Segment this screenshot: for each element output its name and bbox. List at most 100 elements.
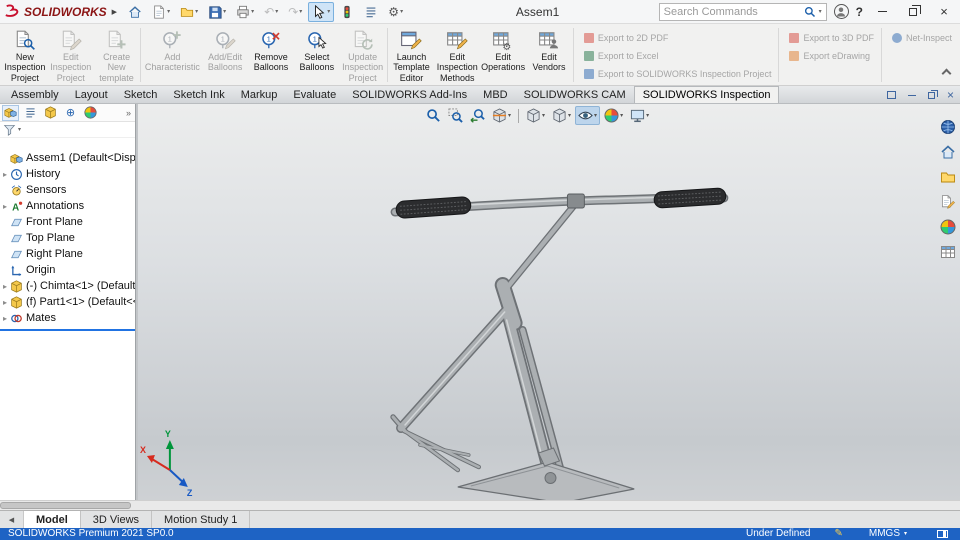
- tree-item-front-plane[interactable]: Front Plane: [0, 214, 135, 230]
- tree-item-history[interactable]: ▸History: [0, 166, 135, 182]
- tab-3d-views[interactable]: 3D Views: [81, 511, 152, 528]
- dropdown-caret-icon[interactable]: ▾: [167, 8, 170, 15]
- save-button[interactable]: ▾: [204, 2, 230, 22]
- dropdown-caret-icon[interactable]: ▾: [275, 8, 278, 15]
- edit-operations-button[interactable]: ⚙ Edit Operations: [480, 26, 526, 73]
- scrollbar-thumb[interactable]: [0, 502, 131, 509]
- export-to-sw-inspection-project-button[interactable]: Export to SOLIDWORKS Inspection Project: [584, 69, 772, 79]
- units-dropdown-icon[interactable]: ▾: [904, 528, 907, 540]
- dropdown-caret-icon[interactable]: ▾: [327, 8, 330, 15]
- tree-item-sensors[interactable]: Sensors: [0, 182, 135, 198]
- displaymanager-tab[interactable]: [82, 105, 99, 121]
- tree-item-right-plane[interactable]: Right Plane: [0, 246, 135, 262]
- export-edrawing-button[interactable]: Export eDrawing: [789, 51, 874, 61]
- expand-arrow-icon[interactable]: ▸: [0, 314, 10, 323]
- select-balloons-button[interactable]: Select Balloons: [294, 26, 340, 73]
- featuremanager-tab[interactable]: [2, 105, 19, 121]
- close-button[interactable]: ×: [932, 2, 956, 22]
- edit-inspection-methods-button[interactable]: Edit Inspection Methods: [434, 26, 480, 83]
- propertymanager-tab[interactable]: [22, 105, 39, 121]
- tab-solidworks-cam[interactable]: SOLIDWORKS CAM: [516, 87, 634, 103]
- update-inspection-project-button[interactable]: Update Inspection Project: [340, 26, 386, 83]
- doc-restore-icon[interactable]: [928, 92, 935, 99]
- panel-tabs-overflow-icon[interactable]: »: [126, 108, 133, 118]
- add-edit-balloons-button[interactable]: Add/Edit Balloons: [202, 26, 248, 73]
- tab-model[interactable]: Model: [24, 511, 81, 528]
- section-view-button[interactable]: ▾: [489, 106, 514, 125]
- expand-arrow-icon[interactable]: ▸: [0, 170, 10, 179]
- open-button[interactable]: ▾: [176, 2, 202, 22]
- dropdown-caret-icon[interactable]: ▾: [223, 8, 226, 15]
- doc-close-icon[interactable]: ×: [947, 89, 954, 101]
- horizontal-scrollbar[interactable]: [0, 500, 960, 510]
- tree-item-top-plane[interactable]: Top Plane: [0, 230, 135, 246]
- home-button[interactable]: [124, 2, 146, 22]
- export-to-3d-pdf-button[interactable]: Export to 3D PDF: [789, 33, 874, 43]
- select-tool-button[interactable]: ▾: [308, 2, 334, 22]
- hide-show-items-button[interactable]: ▾: [575, 106, 600, 125]
- solidworks-resources-tab[interactable]: [938, 118, 958, 136]
- statusbar-panel-icon[interactable]: [937, 530, 948, 538]
- ribbon-collapse-icon[interactable]: [942, 69, 952, 79]
- expand-arrow-icon[interactable]: ▸: [0, 282, 10, 291]
- redo-button[interactable]: ↷▾: [284, 2, 306, 22]
- tab-layout[interactable]: Layout: [67, 87, 116, 103]
- edit-vendors-button[interactable]: Edit Vendors: [526, 26, 572, 73]
- net-inspect-button[interactable]: Net-Inspect: [892, 33, 952, 43]
- tree-item-annotations[interactable]: ▸Annotations: [0, 198, 135, 214]
- custom-properties-tab[interactable]: [938, 243, 958, 261]
- rollback-bar[interactable]: [0, 329, 135, 331]
- dropdown-caret-icon[interactable]: ▾: [508, 112, 511, 119]
- new-inspection-project-button[interactable]: New Inspection Project: [2, 26, 48, 83]
- dropdown-caret-icon[interactable]: ▾: [594, 112, 597, 119]
- toolbar-flyout-icon[interactable]: ▶: [112, 8, 117, 16]
- launch-template-editor-button[interactable]: Launch Template Editor: [389, 26, 435, 83]
- display-style-button[interactable]: ▾: [549, 106, 574, 125]
- minimize-button[interactable]: [870, 2, 894, 22]
- print-button[interactable]: ▾: [232, 2, 258, 22]
- restore-button[interactable]: [901, 2, 925, 22]
- dropdown-caret-icon[interactable]: ▾: [646, 112, 649, 119]
- configurationmanager-tab[interactable]: [42, 105, 59, 121]
- view-settings-button[interactable]: ▾: [627, 106, 652, 125]
- zoom-to-fit-button[interactable]: [423, 106, 444, 125]
- units-selector[interactable]: MMGS▾: [869, 528, 907, 540]
- design-library-tab[interactable]: [938, 168, 958, 186]
- tree-item-part1[interactable]: ▸(f) Part1<1> (Default<<D: [0, 294, 135, 310]
- search-commands-box[interactable]: ▾: [659, 3, 827, 21]
- create-new-template-button[interactable]: Create New template: [94, 26, 140, 83]
- rebuild-button[interactable]: [336, 2, 358, 22]
- tab-mbd[interactable]: MBD: [475, 87, 515, 103]
- dropdown-caret-icon[interactable]: ▾: [195, 8, 198, 15]
- zoom-to-area-button[interactable]: [445, 106, 466, 125]
- search-input[interactable]: [664, 6, 801, 18]
- search-icon[interactable]: [804, 6, 816, 18]
- dropdown-caret-icon[interactable]: ▾: [620, 112, 623, 119]
- file-properties-button[interactable]: [360, 2, 382, 22]
- dropdown-caret-icon[interactable]: ▾: [299, 8, 302, 15]
- dropdown-caret-icon[interactable]: ▾: [568, 112, 571, 119]
- tree-item-mates[interactable]: ▸Mates: [0, 310, 135, 326]
- dropdown-caret-icon[interactable]: ▾: [542, 112, 545, 119]
- tab-motion-study-1[interactable]: Motion Study 1: [152, 511, 250, 528]
- tab-sketch[interactable]: Sketch: [116, 87, 166, 103]
- filter-dropdown-icon[interactable]: ▾: [18, 126, 21, 133]
- float-window-icon[interactable]: [887, 91, 896, 99]
- search-dropdown-icon[interactable]: ▾: [819, 8, 822, 15]
- export-to-excel-button[interactable]: Export to Excel: [584, 51, 772, 61]
- edit-appearance-button[interactable]: ▾: [601, 106, 626, 125]
- tab-scroll-left-icon[interactable]: ◀: [0, 511, 24, 528]
- graphics-area[interactable]: Y X Z ▾ ▾ ▾ ▾ ▾ ▾: [138, 104, 960, 500]
- export-to-2d-pdf-button[interactable]: Export to 2D PDF: [584, 33, 772, 43]
- undo-button[interactable]: ↶▾: [260, 2, 282, 22]
- user-account-button[interactable]: [834, 4, 849, 19]
- expand-arrow-icon[interactable]: ▸: [0, 202, 10, 211]
- tree-item-origin[interactable]: Origin: [0, 262, 135, 278]
- tab-evaluate[interactable]: Evaluate: [285, 87, 344, 103]
- model-3d-bicycle-frame[interactable]: Y X Z: [138, 104, 960, 500]
- dropdown-caret-icon[interactable]: ▾: [400, 8, 403, 15]
- tree-item-assem1[interactable]: Assem1 (Default<Display: [0, 150, 135, 166]
- tab-sketch-ink[interactable]: Sketch Ink: [165, 87, 232, 103]
- view-palette-tab[interactable]: [938, 193, 958, 211]
- help-button[interactable]: ?: [856, 5, 863, 19]
